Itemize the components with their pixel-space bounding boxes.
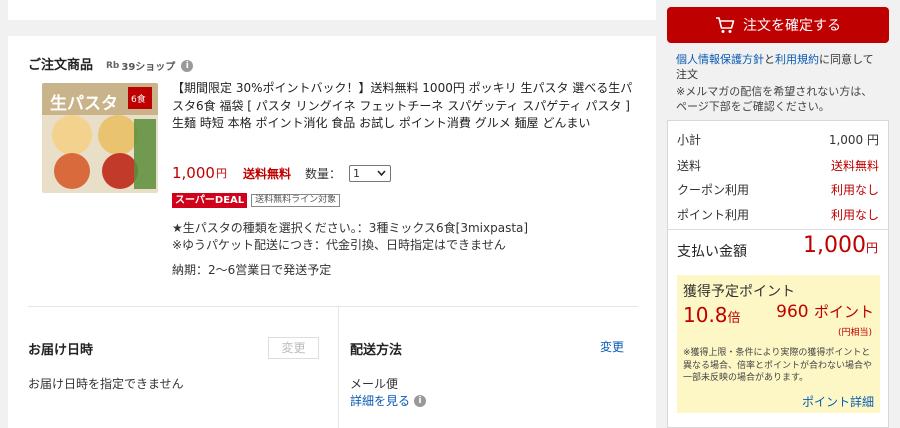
shop-name[interactable]: 39ショップ	[121, 58, 175, 73]
info-icon: i	[414, 394, 427, 407]
product-option: ★生パスタの種類を選択ください。：3種ミックス6食[3mixpasta]	[172, 221, 529, 235]
price-unit: 円	[215, 167, 227, 180]
info-icon[interactable]: i	[181, 59, 194, 72]
chevron-down-icon	[377, 170, 386, 180]
order-section-title: ご注文商品	[28, 58, 94, 73]
total-label: 支払い金額	[677, 244, 747, 260]
points-rate-value: 10.8	[683, 303, 728, 327]
product-image-badge: 6食	[131, 93, 146, 105]
top-strip	[8, 0, 656, 20]
coupon-label: クーポン利用	[677, 183, 750, 197]
shipping-free-label: 送料無料	[242, 166, 291, 181]
delivery-date-title: お届け日時	[28, 343, 94, 358]
shipping-line-badge: 送料無料ライン対象	[251, 194, 341, 207]
shipping-method-title: 配送方法	[350, 343, 403, 358]
total-amount: 1,000円	[803, 233, 878, 258]
price-row: 1,000 円 送料無料 数量： 1	[172, 164, 391, 182]
points-earned-unit: ポイント	[813, 303, 874, 321]
product-image-art: 生パスタ 6食	[42, 83, 158, 193]
shipping-method-change-link[interactable]: 変更	[600, 338, 624, 355]
shipping-method-value: メール便	[350, 377, 399, 391]
product-image[interactable]: 生パスタ 6食	[42, 83, 158, 193]
divider	[28, 306, 638, 307]
subtotal-label: 小計	[677, 133, 702, 147]
shipping-label: 送料	[677, 159, 702, 173]
summary-subtotal: 小計 1,000 円	[677, 131, 879, 148]
quantity-label: 数量：	[304, 166, 341, 181]
summary-shipping: 送料 送料無料	[677, 157, 879, 174]
points-box: 獲得予定ポイント 10.8倍 960 ポイント (円相当) ※獲得上限・条件によ…	[677, 275, 880, 413]
product-title[interactable]: 【期間限定 30%ポイントバック！】送料無料 1000円 ポッキリ 生パスタ 選…	[172, 80, 642, 133]
point-use-label: ポイント利用	[677, 208, 750, 222]
shipping-detail-link[interactable]: 詳細を見る i	[350, 392, 427, 409]
badges: スーパーDEAL 送料無料ライン対象	[172, 193, 341, 208]
points-note: ※獲得上限・条件により実際の獲得ポイントと異なる場合、倍率とポイントが合わない場…	[683, 348, 873, 383]
total-unit: 円	[865, 241, 878, 255]
terms-link[interactable]: 利用規約	[775, 53, 819, 66]
delivery-date-note: お届け日時を指定できません	[28, 377, 184, 391]
point-use-value: 利用なし	[830, 208, 879, 222]
points-title: 獲得予定ポイント	[683, 284, 795, 300]
order-summary: 小計 1,000 円 送料 送料無料 クーポン利用 利用なし ポイント利用 利用…	[667, 120, 889, 428]
product-price: 1,000	[172, 164, 215, 182]
delivery-date-change-button[interactable]: 変更	[268, 337, 319, 359]
shop-info: Rb 39ショップ i	[106, 58, 194, 73]
divider-vertical	[338, 306, 339, 428]
points-detail-link[interactable]: ポイント詳細	[802, 393, 874, 410]
delivery-lead-time: 納期：2～6営業日で発送予定	[172, 263, 332, 277]
privacy-and: と	[764, 53, 775, 66]
confirm-order-button[interactable]: 注文を確定する	[667, 7, 889, 43]
quantity-select[interactable]: 1	[348, 164, 391, 182]
points-rate-unit: 倍	[727, 311, 741, 326]
points-rate: 10.8倍	[683, 303, 741, 327]
summary-coupon: クーポン利用 利用なし	[677, 181, 879, 198]
newsletter-note: ※メルマガの配信を希望されない方は、ページ下部をご確認ください。	[676, 85, 873, 113]
total-value: 1,000	[803, 233, 866, 258]
points-earned-value: 960	[776, 302, 809, 322]
super-deal-badge: スーパーDEAL	[172, 193, 248, 208]
quantity-value: 1	[352, 166, 360, 180]
privacy-consent: 個人情報保護方針と利用規約に同意して注文	[676, 52, 882, 82]
shop-icon: Rb	[106, 60, 120, 71]
points-earned: 960 ポイント	[776, 301, 874, 322]
summary-points-used: ポイント利用 利用なし	[677, 206, 879, 223]
subtotal-value: 1,000 円	[828, 133, 879, 147]
product-image-label: 生パスタ	[50, 93, 118, 114]
product-option-note: ※ゆうパケット配送につき：代金引換、日時指定はできません	[172, 238, 506, 252]
shipping-detail-label: 詳細を見る	[350, 394, 411, 408]
shipping-value: 送料無料	[830, 159, 879, 173]
summary-divider	[668, 229, 888, 230]
order-card: ご注文商品 Rb 39ショップ i 生パスタ 6食 【期間限定 30%ポイントバ…	[8, 36, 656, 428]
coupon-value: 利用なし	[830, 183, 879, 197]
confirm-order-label: 注文を確定する	[743, 18, 841, 34]
points-yen-equiv: (円相当)	[837, 328, 872, 338]
cart-icon	[715, 16, 735, 34]
privacy-policy-link[interactable]: 個人情報保護方針	[676, 53, 764, 66]
